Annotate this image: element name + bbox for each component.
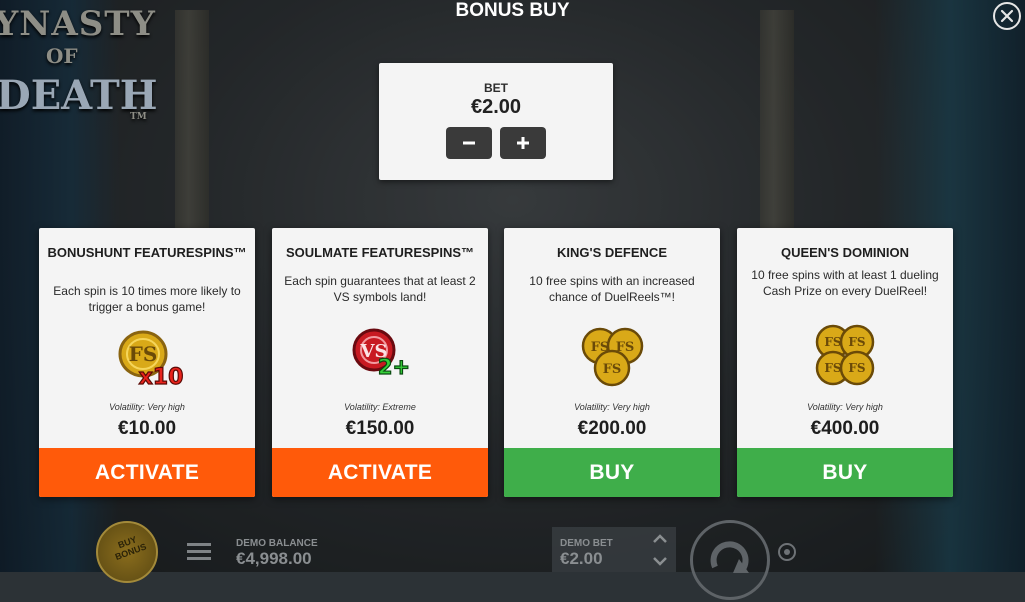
autoplay-icon[interactable] — [776, 541, 798, 563]
svg-text:FS: FS — [848, 361, 865, 375]
card-price: €150.00 — [345, 418, 415, 439]
svg-text:x10: x10 — [139, 365, 184, 390]
card-description: Each spin guarantees that at least 2 VS … — [284, 274, 476, 304]
close-button[interactable] — [993, 2, 1021, 30]
card-price: €200.00 — [577, 418, 647, 439]
three-fs-coins-icon: FS FS FS — [504, 324, 720, 396]
volatility-label: Volatility: Very high — [807, 402, 883, 412]
card-title: SOULMATE FEATURESPINS™ — [285, 245, 475, 260]
increase-bet-button[interactable] — [500, 127, 546, 159]
card-price: €400.00 — [810, 418, 880, 439]
bet-value: €2.00 — [470, 96, 522, 118]
svg-text:FS: FS — [129, 342, 158, 366]
plus-icon — [517, 137, 529, 149]
demo-balance-value: €4,998.00 — [236, 549, 312, 568]
volatility-label: Volatility: Very high — [109, 402, 185, 412]
spin-button[interactable] — [690, 520, 770, 600]
svg-text:FS: FS — [824, 335, 841, 349]
decrease-bet-button[interactable] — [446, 127, 492, 159]
four-fs-coins-icon: FS FS FS FS — [737, 324, 953, 396]
demo-bet-label: DEMO BET — [560, 538, 613, 549]
fs-coin-x10-icon: FS x10 — [39, 324, 255, 396]
minus-icon — [463, 141, 475, 145]
demo-bet-value: €2.00 — [560, 549, 603, 568]
card-description: 10 free spins with at least 1 dueling Ca… — [751, 268, 939, 298]
svg-text:FS: FS — [603, 362, 622, 377]
bonus-card-soulmate: SOULMATE FEATURESPINS™ Each spin guarant… — [272, 228, 488, 497]
buy-button[interactable]: BUY — [504, 448, 720, 497]
card-description: Each spin is 10 times more likely to tri… — [53, 284, 241, 314]
svg-text:FS: FS — [848, 335, 865, 349]
demo-balance-label: DEMO BALANCE — [236, 538, 318, 549]
bonus-card-bonushunt: BONUSHUNT FEATURESPINS™ Each spin is 10 … — [39, 228, 255, 497]
bonus-buy-title: BONUS BUY — [455, 0, 570, 21]
card-title: QUEEN'S DOMINION — [780, 245, 910, 260]
card-title: BONUSHUNT FEATURESPINS™ — [47, 245, 247, 260]
svg-text:FS: FS — [616, 340, 635, 355]
bet-arrows-icon[interactable] — [650, 530, 670, 570]
spin-icon — [710, 541, 749, 573]
vs-coin-2plus-icon: VS 2+ — [272, 324, 488, 396]
bonus-card-kings-defence: KING'S DEFENCE 10 free spins with an inc… — [504, 228, 720, 497]
bonus-card-queens-dominion: QUEEN'S DOMINION 10 free spins with at l… — [737, 228, 953, 497]
activate-button[interactable]: ACTIVATE — [272, 448, 488, 497]
menu-icon[interactable] — [187, 543, 211, 561]
svg-text:FS: FS — [824, 361, 841, 375]
svg-text:FS: FS — [591, 340, 610, 355]
card-title: KING'S DEFENCE — [557, 245, 667, 260]
activate-button[interactable]: ACTIVATE — [39, 448, 255, 497]
buy-button[interactable]: BUY — [737, 448, 953, 497]
card-description: 10 free spins with an increased chance o… — [529, 274, 695, 304]
svg-text:2+: 2+ — [378, 355, 410, 379]
bet-label: BET — [484, 81, 508, 95]
close-icon — [1000, 9, 1014, 23]
volatility-label: Volatility: Extreme — [344, 402, 416, 412]
card-price: €10.00 — [117, 418, 177, 439]
bet-panel: BET €2.00 — [379, 63, 613, 180]
buy-bonus-button[interactable]: BUY BONUS — [96, 521, 158, 583]
volatility-label: Volatility: Very high — [574, 402, 650, 412]
